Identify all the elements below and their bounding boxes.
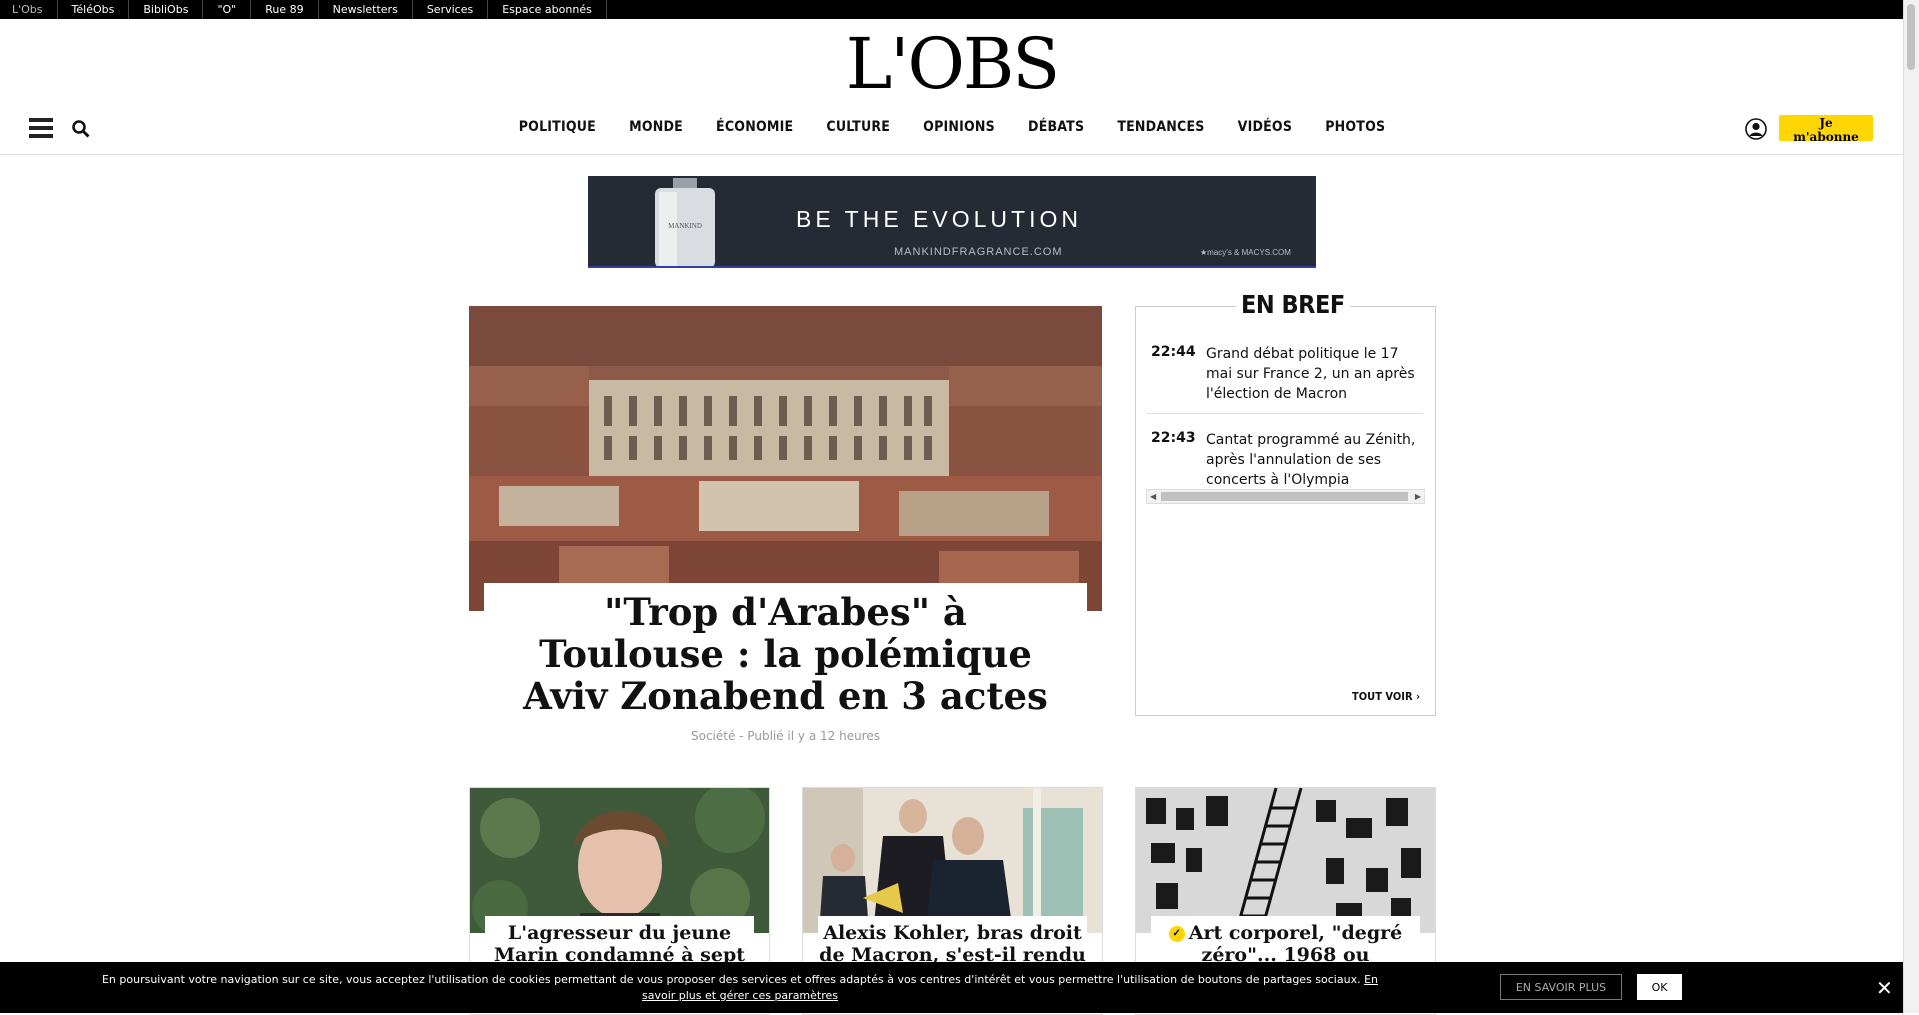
see-all-link[interactable]: TOUT VOIR › [1352,690,1420,703]
nav-culture[interactable]: CULTURE [826,119,890,135]
nav-opinions[interactable]: OPINIONS [923,119,995,135]
header-divider [0,154,1904,155]
article-card-image [1136,788,1435,933]
nav-photos[interactable]: PHOTOS [1325,119,1385,135]
nav-tendances[interactable]: TENDANCES [1117,119,1204,135]
cookie-ok-button[interactable]: OK [1637,974,1682,1000]
page-vertical-scrollbar[interactable] [1903,0,1919,1013]
en-bref-divider [1147,413,1423,414]
page-scrollbar-thumb[interactable] [1907,4,1915,70]
ad-slogan: BE THE EVOLUTION [796,206,1082,232]
ad-partner: ★macy's & MACYS.COM [1200,248,1291,257]
chevron-right-icon: › [1416,690,1421,703]
article-card-image [803,788,1102,933]
cookie-consent-bar: En poursuivant votre navigation sur ce s… [0,962,1904,1013]
fragrance-bottle-image: MANKIND [655,178,715,266]
main-article-image[interactable] [469,306,1102,611]
en-bref-time: 22:43 [1151,430,1196,446]
en-bref-title: EN BREF [1236,290,1350,319]
nav-politique[interactable]: POLITIQUE [519,119,596,135]
user-account-icon[interactable] [1745,118,1767,140]
learn-more-button[interactable]: EN SAVOIR PLUS [1500,974,1622,1000]
bottle-label: MANKIND [668,222,702,230]
topbar-link-services[interactable]: Services [413,0,489,19]
nav-debats[interactable]: DÉBATS [1028,119,1084,135]
nav-monde[interactable]: MONDE [629,119,683,135]
main-article-meta: Société - Publié il y a 12 heures [691,729,880,743]
cookie-message: En poursuivant votre navigation sur ce s… [90,972,1390,1004]
ad-banner[interactable]: MANKIND BE THE EVOLUTION MANKINDFRAGRANC… [588,176,1316,268]
site-logo[interactable]: L'OBS [0,26,1904,102]
en-bref-text[interactable]: Cantat programmé au Zénith, après l'annu… [1206,430,1423,490]
ad-url: MANKINDFRAGRANCE.COM [894,246,1063,258]
scroll-right-arrow-icon[interactable]: ▶ [1415,490,1421,503]
cookie-message-text: En poursuivant votre navigation sur ce s… [101,973,1361,986]
en-bref-time: 22:44 [1151,344,1196,360]
main-navigation: POLITIQUE MONDE ÉCONOMIE CULTURE OPINION… [0,116,1904,135]
topbar-link-lobs[interactable]: L'Obs [0,0,58,19]
premium-badge-icon: ✓ [1168,926,1185,942]
main-article-title[interactable]: "Trop d'Arabes" à Toulouse : la polémiqu… [506,591,1066,717]
nav-economie[interactable]: ÉCONOMIE [716,119,793,135]
subscribe-button[interactable]: Je m'abonne [1779,115,1873,144]
topbar-link-newsletters[interactable]: Newsletters [319,0,413,19]
nav-videos[interactable]: VIDÉOS [1238,119,1292,135]
scroll-left-arrow-icon[interactable]: ◀ [1150,490,1156,503]
article-card-title[interactable]: Alexis Kohler, bras droit de Macron, s'e… [818,922,1087,966]
scrollbar-thumb[interactable] [1161,492,1408,501]
topbar-link-espace-abonnes[interactable]: Espace abonnés [488,0,607,19]
topbar-link-rue89[interactable]: Rue 89 [251,0,319,19]
see-all-label: TOUT VOIR [1352,690,1413,703]
main-article-title-box: "Trop d'Arabes" à Toulouse : la polémiqu… [484,583,1087,717]
topbar-link-o[interactable]: "O" [203,0,252,19]
en-bref-text[interactable]: Grand débat politique le 17 mai sur Fran… [1206,344,1423,404]
topbar-link-teleobs[interactable]: TéléObs [58,0,130,19]
article-card-title-box: Alexis Kohler, bras droit de Macron, s'e… [818,916,1087,966]
close-icon[interactable]: ✕ [1876,976,1893,1000]
top-network-bar: L'Obs TéléObs BibliObs "O" Rue 89 Newsle… [0,0,1919,19]
en-bref-horizontal-scrollbar[interactable]: ◀ ▶ [1146,489,1425,504]
topbar-link-bibliobs[interactable]: BibliObs [129,0,204,19]
article-card-image [470,788,769,933]
